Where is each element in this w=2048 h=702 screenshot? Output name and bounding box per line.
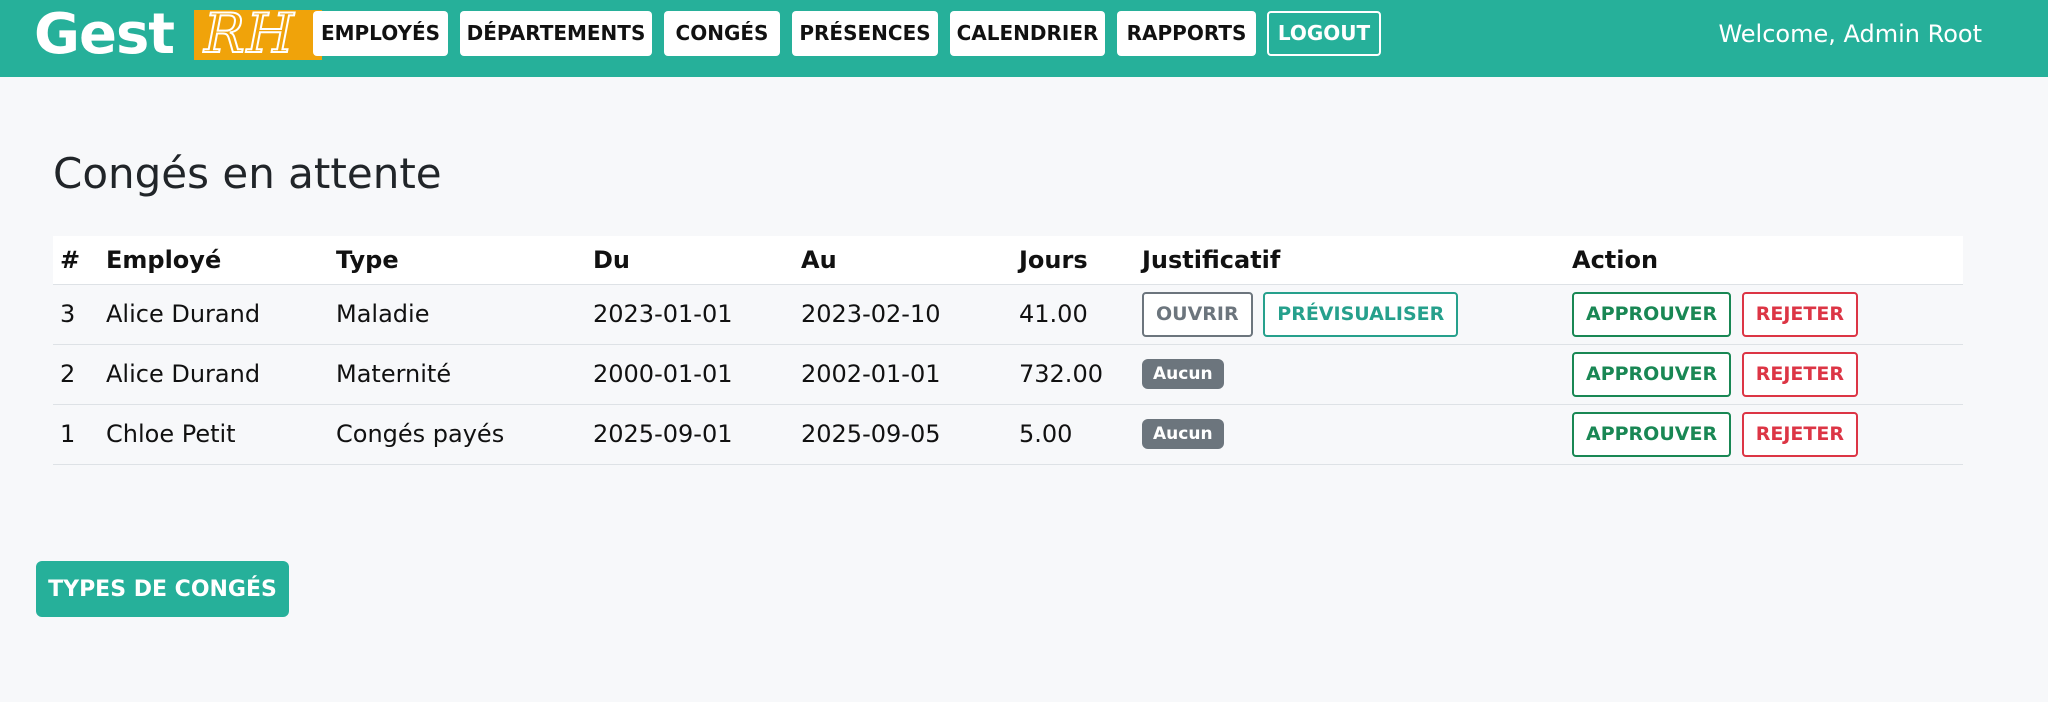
- cell-from: 2023-01-01: [586, 284, 794, 345]
- col-header-id: #: [53, 236, 99, 285]
- logo-text-rh: RH: [203, 10, 296, 60]
- cell-action: APPROUVER REJETER: [1565, 284, 1963, 345]
- logout-button[interactable]: LOGOUT: [1267, 11, 1381, 56]
- col-header-days: Jours: [1012, 236, 1135, 285]
- cell-action: APPROUVER REJETER: [1565, 404, 1963, 465]
- top-navbar: Gest RH EMPLOYÉS DÉPARTEMENTS CONGÉS PRÉ…: [0, 0, 2048, 77]
- nav-calendrier[interactable]: CALENDRIER: [950, 11, 1105, 56]
- cell-employee: Alice Durand: [99, 284, 329, 345]
- table-row: 3 Alice Durand Maladie 2023-01-01 2023-0…: [53, 284, 1963, 345]
- table-header-row: # Employé Type Du Au Jours Justificatif …: [53, 236, 1963, 285]
- cell-from: 2025-09-01: [586, 404, 794, 465]
- reject-button[interactable]: REJETER: [1741, 291, 1858, 337]
- col-header-justificatif: Justificatif: [1135, 236, 1565, 285]
- approve-button[interactable]: APPROUVER: [1572, 411, 1732, 457]
- nav-employes[interactable]: EMPLOYÉS: [313, 11, 448, 56]
- cell-action: APPROUVER REJETER: [1565, 344, 1963, 405]
- nav-conges[interactable]: CONGÉS: [664, 11, 780, 56]
- table-row: 2 Alice Durand Maternité 2000-01-01 2002…: [53, 344, 1963, 405]
- welcome-text: Welcome, Admin Root: [1718, 20, 1982, 48]
- no-attachment-badge: Aucun: [1142, 419, 1224, 449]
- logo-text-gest: Gest: [34, 2, 175, 67]
- nav-presences[interactable]: PRÉSENCES: [792, 11, 938, 56]
- pending-leaves-table: # Employé Type Du Au Jours Justificatif …: [53, 236, 1963, 465]
- cell-id: 2: [53, 344, 99, 405]
- reject-button[interactable]: REJETER: [1741, 351, 1858, 397]
- cell-id: 3: [53, 284, 99, 345]
- cell-type: Congés payés: [329, 404, 586, 465]
- col-header-from: Du: [586, 236, 794, 285]
- col-header-employee: Employé: [99, 236, 329, 285]
- cell-type: Maternité: [329, 344, 586, 405]
- col-header-action: Action: [1565, 236, 1963, 285]
- cell-employee: Alice Durand: [99, 344, 329, 405]
- cell-days: 732.00: [1012, 344, 1135, 405]
- cell-justificatif: Aucun: [1135, 404, 1565, 465]
- no-attachment-badge: Aucun: [1142, 359, 1224, 389]
- cell-from: 2000-01-01: [586, 344, 794, 405]
- open-attachment-button[interactable]: OUVRIR: [1142, 291, 1253, 337]
- page-title: Congés en attente: [53, 149, 442, 198]
- cell-justificatif: OUVRIR PRÉVISUALISER: [1135, 284, 1565, 345]
- nav-rapports[interactable]: RAPPORTS: [1117, 11, 1256, 56]
- col-header-to: Au: [794, 236, 1012, 285]
- cell-to: 2025-09-05: [794, 404, 1012, 465]
- cell-days: 5.00: [1012, 404, 1135, 465]
- col-header-type: Type: [329, 236, 586, 285]
- preview-attachment-button[interactable]: PRÉVISUALISER: [1263, 291, 1459, 337]
- table-row: 1 Chloe Petit Congés payés 2025-09-01 20…: [53, 404, 1963, 465]
- cell-justificatif: Aucun: [1135, 344, 1565, 405]
- cell-id: 1: [53, 404, 99, 465]
- approve-button[interactable]: APPROUVER: [1572, 351, 1732, 397]
- cell-type: Maladie: [329, 284, 586, 345]
- nav-departements[interactable]: DÉPARTEMENTS: [460, 11, 652, 56]
- cell-days: 41.00: [1012, 284, 1135, 345]
- cell-to: 2023-02-10: [794, 284, 1012, 345]
- cell-employee: Chloe Petit: [99, 404, 329, 465]
- cell-to: 2002-01-01: [794, 344, 1012, 405]
- approve-button[interactable]: APPROUVER: [1572, 291, 1732, 337]
- reject-button[interactable]: REJETER: [1741, 411, 1858, 457]
- leave-types-button[interactable]: TYPES DE CONGÉS: [36, 561, 289, 617]
- logo-rh-box: RH: [194, 10, 322, 60]
